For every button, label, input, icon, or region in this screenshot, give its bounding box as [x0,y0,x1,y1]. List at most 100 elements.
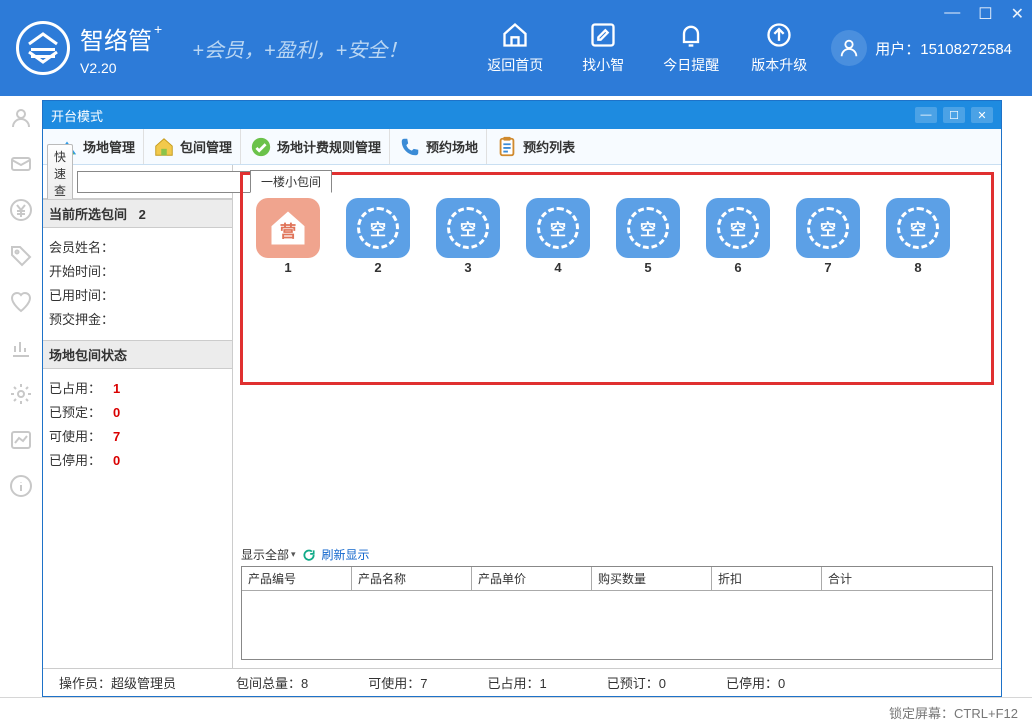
current-room-info: 会员姓名： 开始时间： 已用时间： 预交押金： [43,228,232,340]
refresh-bar: 显示全部 ▾ 刷新显示 [233,546,1001,565]
room-status-title: 场地包间状态 [43,340,232,369]
logo-icon [16,21,70,75]
col-quantity[interactable]: 购买数量 [592,567,712,590]
current-room-number: 2 [139,207,146,222]
logo-area: 智络管+ V2.20 [16,21,162,76]
toolbar-room-mgmt-button[interactable]: 包间管理 [144,129,241,164]
room-tile: 空 [526,198,590,258]
toolbar-billing-mgmt-button[interactable]: 场地计费规则管理 [241,129,390,164]
empty-ring-icon: 空 [897,207,939,249]
room-number-label: 3 [436,260,500,275]
room-tile: 空 [796,198,860,258]
clipboard-icon [495,135,519,159]
user-block[interactable]: 用户：15108272584 [831,30,1012,66]
bell-icon [677,21,705,49]
nav-home-button[interactable]: 返回首页 [471,21,559,75]
empty-ring-icon: 空 [447,207,489,249]
upgrade-icon [765,21,793,49]
edit-icon [589,21,617,49]
room-card-8[interactable]: 空8 [886,198,950,275]
user-label: 用户：15108272584 [875,38,1012,59]
room-tile: 空 [616,198,680,258]
inner-status-bar: 操作员：超级管理员 包间总量：8 可使用：7 已占用：1 已预订：0 已停用：0 [43,668,1001,696]
empty-ring-icon: 空 [357,207,399,249]
room-number-label: 6 [706,260,770,275]
empty-ring-icon: 空 [627,207,669,249]
room-number-label: 8 [886,260,950,275]
room-group-tab[interactable]: 一楼小包间 [250,170,332,193]
room-card-6[interactable]: 空6 [706,198,770,275]
nav-reminder-button[interactable]: 今日提醒 [647,21,735,75]
col-discount[interactable]: 折扣 [712,567,822,590]
rail-mail-icon[interactable] [9,152,33,176]
avatar-icon [831,30,867,66]
app-footer: 锁定屏幕：CTRL+F12 [0,697,1032,727]
toolbar-reserve-list-button[interactable]: 预约列表 [487,129,583,164]
refresh-button[interactable]: 刷新显示 [322,546,370,563]
rail-gear-icon[interactable] [9,382,33,406]
nav-assistant-button[interactable]: 找小智 [559,21,647,75]
svg-text:营: 营 [280,221,297,241]
room-tile: 空 [436,198,500,258]
phone-icon [398,135,422,159]
room-number-label: 2 [346,260,410,275]
room-tile: 空 [706,198,770,258]
rail-info-icon[interactable] [9,474,33,498]
inner-window-title: 开台模式 [51,106,103,125]
room-tile: 空 [886,198,950,258]
billing-icon [249,135,273,159]
main-pane: 一楼小包间 营1空2空3空4空5空6空7空8 显示全部 ▾ 刷新显示 产品编号 … [233,165,1001,668]
col-product-id[interactable]: 产品编号 [242,567,352,590]
empty-ring-icon: 空 [537,207,579,249]
rail-trend-icon[interactable] [9,428,33,452]
inner-maximize-button[interactable]: ☐ [943,107,965,123]
current-room-title: 当前所选包间 2 [43,199,232,228]
app-header: 智络管+ V2.20 +会员，+盈利，+安全！ 返回首页 找小智 今日提醒 版本… [0,0,1032,96]
rail-chart-icon[interactable] [9,336,33,360]
window-controls: — ☐ ✕ [944,4,1024,24]
refresh-icon [302,548,316,562]
toolbar-reserve-venue-button[interactable]: 预约场地 [390,129,487,164]
room-mode-window: 开台模式 — ☐ ✕ 场地管理 包间管理 场地计费规则管理 [42,100,1002,697]
room-number-label: 4 [526,260,590,275]
nav-upgrade-button[interactable]: 版本升级 [735,21,823,75]
room-card-5[interactable]: 空5 [616,198,680,275]
house-icon: 营 [266,206,310,250]
rail-user-icon[interactable] [9,106,33,130]
col-total[interactable]: 合计 [822,567,992,590]
room-card-3[interactable]: 空3 [436,198,500,275]
room-card-7[interactable]: 空7 [796,198,860,275]
display-filter-dropdown[interactable]: 显示全部 ▾ [241,546,296,563]
room-card-1[interactable]: 营1 [256,198,320,275]
room-tile: 空 [346,198,410,258]
minimize-button[interactable]: — [944,4,960,24]
inner-close-button[interactable]: ✕ [971,107,993,123]
room-card-2[interactable]: 空2 [346,198,410,275]
empty-ring-icon: 空 [807,207,849,249]
app-version: V2.20 [80,60,162,76]
col-unit-price[interactable]: 产品单价 [472,567,592,590]
toolbar: 场地管理 包间管理 场地计费规则管理 预约场地 预约列表 [43,129,1001,165]
slogan-text: +会员，+盈利，+安全！ [192,34,407,63]
room-tile: 营 [256,198,320,258]
room-icon [152,135,176,159]
header-nav: 返回首页 找小智 今日提醒 版本升级 [471,21,823,75]
app-title: 智络管+ [80,21,162,56]
maximize-button[interactable]: ☐ [978,4,992,24]
home-icon [501,21,529,49]
side-rail [0,96,42,697]
rail-tag-icon[interactable] [9,244,33,268]
room-card-4[interactable]: 空4 [526,198,590,275]
room-number-label: 1 [256,260,320,275]
lock-screen-hint: 锁定屏幕：CTRL+F12 [889,703,1018,722]
rail-heart-icon[interactable] [9,290,33,314]
chevron-down-icon: ▾ [291,549,296,560]
close-button[interactable]: ✕ [1011,4,1024,24]
product-table: 产品编号 产品名称 产品单价 购买数量 折扣 合计 [241,566,993,660]
rail-yen-icon[interactable] [9,198,33,222]
room-number-label: 5 [616,260,680,275]
col-product-name[interactable]: 产品名称 [352,567,472,590]
room-status-list: 已占用：1 已预定：0 可使用：7 已停用：0 [43,369,232,481]
room-number-label: 7 [796,260,860,275]
inner-minimize-button[interactable]: — [915,107,937,123]
